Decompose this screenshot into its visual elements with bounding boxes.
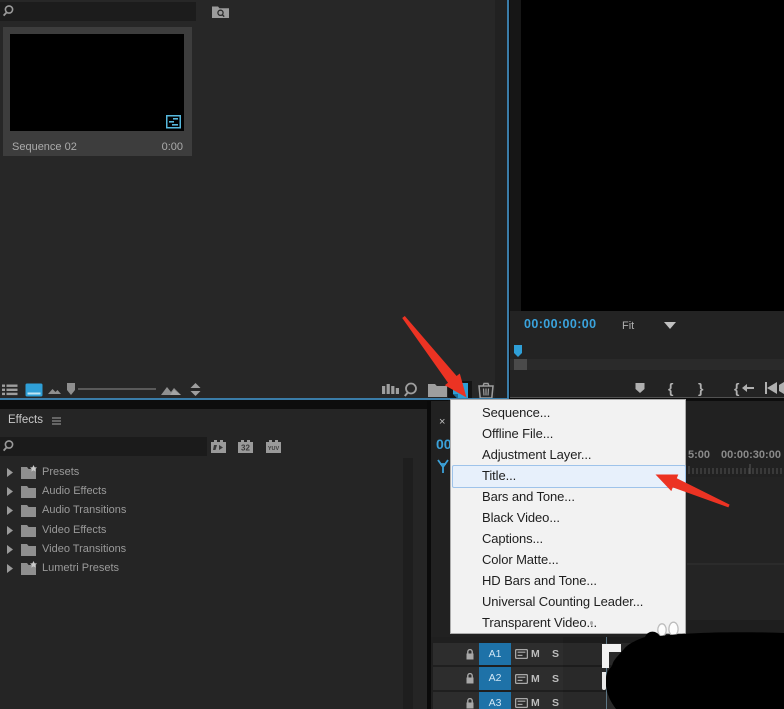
svg-text:YUV: YUV [268,446,280,452]
svg-text:32: 32 [241,444,250,453]
